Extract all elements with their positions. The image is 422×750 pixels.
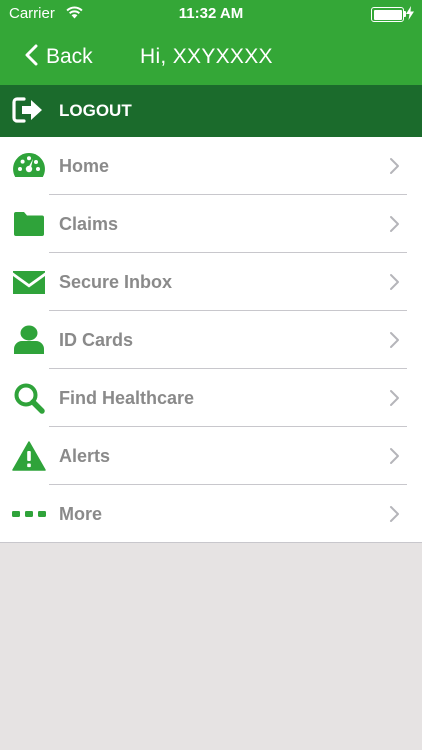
envelope-icon	[12, 266, 46, 298]
person-icon	[12, 324, 46, 356]
more-dots-icon	[12, 498, 46, 530]
main-menu: Home Claims Secure Inbox ID Cards Find H…	[0, 137, 422, 543]
menu-item-id-cards[interactable]: ID Cards	[0, 311, 422, 369]
chevron-right-icon	[389, 389, 400, 412]
warning-icon	[12, 440, 46, 472]
status-time: 11:32 AM	[178, 5, 244, 22]
greeting-title: Hi, XXYXXXX	[140, 45, 273, 68]
menu-item-label: Secure Inbox	[59, 272, 173, 292]
folder-icon	[12, 208, 46, 240]
status-bar: Carrier 11:32 AM	[0, 0, 422, 28]
app-screen: Carrier 11:32 AM Back Hi, XXYXXXX LOGOUT…	[0, 0, 422, 750]
chevron-right-icon	[389, 157, 400, 180]
header: Carrier 11:32 AM Back Hi, XXYXXXX	[0, 0, 422, 85]
search-icon	[12, 382, 46, 414]
menu-item-label: Home	[59, 156, 110, 176]
back-label: Back	[46, 45, 93, 68]
battery-icon	[371, 7, 404, 22]
menu-item-label: More	[59, 504, 103, 524]
chevron-right-icon	[389, 273, 400, 296]
charging-bolt-icon	[406, 6, 414, 25]
menu-item-find-healthcare[interactable]: Find Healthcare	[0, 369, 422, 427]
menu-item-label: Alerts	[59, 446, 111, 466]
dashboard-gauge-icon	[12, 150, 46, 182]
chevron-right-icon	[389, 331, 400, 354]
menu-item-secure-inbox[interactable]: Secure Inbox	[0, 253, 422, 311]
nav-bar: Back Hi, XXYXXXX	[0, 28, 422, 85]
menu-item-label: ID Cards	[59, 330, 134, 350]
chevron-right-icon	[389, 215, 400, 238]
logout-label: LOGOUT	[59, 101, 132, 120]
logout-button[interactable]: LOGOUT	[0, 85, 422, 137]
menu-item-claims[interactable]: Claims	[0, 195, 422, 253]
back-button[interactable]: Back	[25, 43, 93, 71]
menu-item-home[interactable]: Home	[0, 137, 422, 195]
menu-item-label: Find Healthcare	[59, 388, 195, 408]
menu-item-label: Claims	[59, 214, 119, 234]
chevron-left-icon	[25, 44, 38, 71]
menu-item-alerts[interactable]: Alerts	[0, 427, 422, 485]
menu-item-more[interactable]: More	[0, 485, 422, 543]
chevron-right-icon	[389, 447, 400, 470]
chevron-right-icon	[389, 505, 400, 528]
logout-arrow-icon	[12, 96, 44, 129]
